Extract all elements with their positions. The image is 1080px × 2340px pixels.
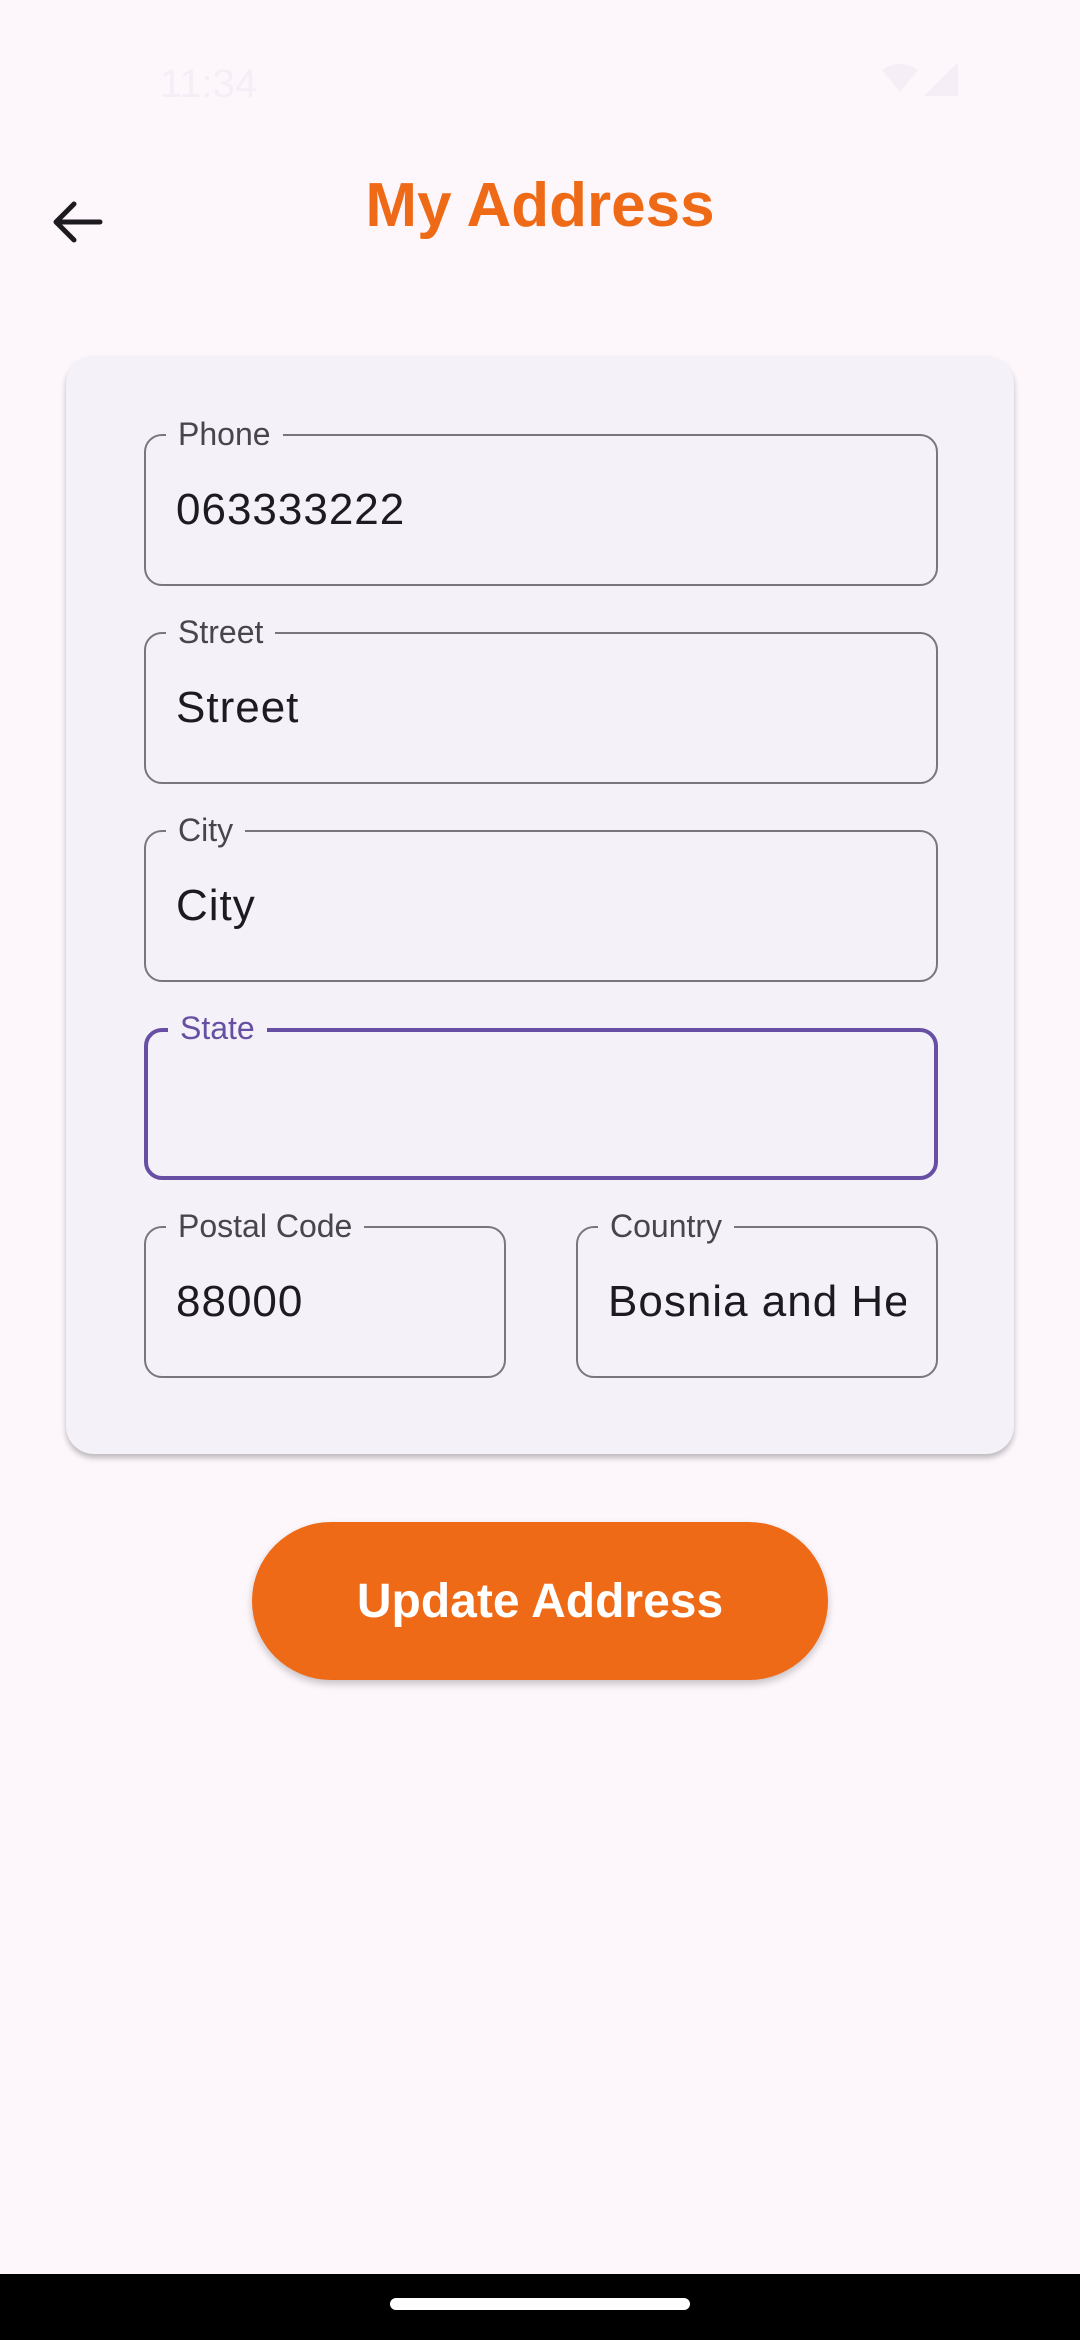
status-icons (880, 62, 960, 102)
city-input[interactable] (176, 832, 906, 980)
country-field[interactable]: Country (576, 1206, 938, 1378)
signal-icon (924, 62, 958, 96)
country-input[interactable] (608, 1228, 906, 1376)
navigation-bar (0, 2274, 1080, 2340)
status-bar: 11:34 (0, 0, 1080, 130)
address-form-card: Phone Street City State Postal Code Coun… (66, 356, 1014, 1454)
city-field[interactable]: City (144, 810, 938, 982)
street-field[interactable]: Street (144, 612, 938, 784)
street-input[interactable] (176, 634, 906, 782)
postal-code-field[interactable]: Postal Code (144, 1206, 506, 1378)
state-input[interactable] (176, 1032, 906, 1176)
update-address-button[interactable]: Update Address (252, 1522, 828, 1680)
app-bar: My Address (0, 130, 1080, 290)
postal-code-input[interactable] (176, 1228, 474, 1376)
status-time: 11:34 (160, 62, 258, 106)
wifi-icon (882, 64, 918, 92)
state-field[interactable]: State (144, 1008, 938, 1180)
phone-field[interactable]: Phone (144, 414, 938, 586)
home-indicator[interactable] (390, 2298, 690, 2310)
phone-input[interactable] (176, 436, 906, 584)
page-title: My Address (365, 171, 715, 240)
